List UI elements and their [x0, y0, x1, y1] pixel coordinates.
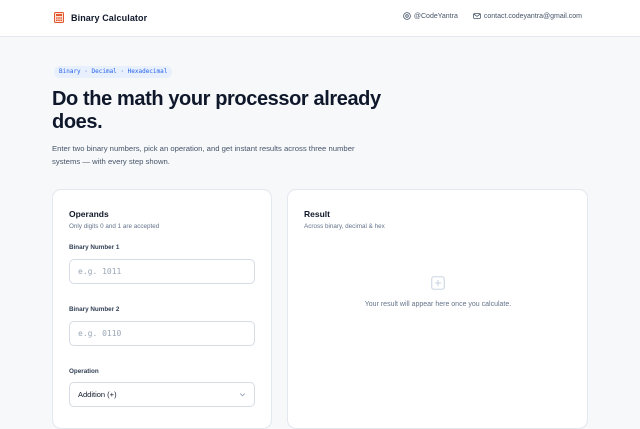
operation-label: Operation: [69, 368, 99, 375]
brand[interactable]: Binary Calculator: [54, 12, 147, 23]
operands-card: Operands Only digits 0 and 1 are accepte…: [52, 189, 272, 429]
binary-number-2-label: Binary Number 2: [69, 306, 120, 313]
binary-number-1-label: Binary Number 1: [69, 244, 120, 251]
mail-icon: [473, 13, 481, 19]
operands-hint: Only digits 0 and 1 are accepted: [69, 223, 160, 230]
operation-selected-value: Addition (+): [78, 390, 117, 399]
calculator-grid-icon: [54, 12, 64, 23]
social-handle-label: @CodeYantra: [413, 12, 458, 20]
result-card: Result Across binary, decimal & hex Your…: [287, 189, 588, 429]
operands-title: Operands: [69, 209, 109, 219]
result-hint: Across binary, decimal & hex: [304, 223, 385, 230]
chevron-down-icon: [239, 393, 246, 397]
contact-email-link[interactable]: contact.codeyantra@gmail.com: [473, 12, 582, 20]
at-sign-icon: [403, 12, 411, 20]
social-handle-link[interactable]: @CodeYantra: [403, 12, 458, 20]
plus-square-icon: [431, 276, 445, 290]
binary-number-2-input[interactable]: [69, 321, 255, 346]
header-links: @CodeYantra contact.codeyantra@gmail.com: [403, 12, 582, 20]
result-title: Result: [304, 209, 330, 219]
result-empty-message: Your result will appear here once you ca…: [364, 301, 512, 308]
contact-email-label: contact.codeyantra@gmail.com: [483, 12, 582, 20]
app-title: Binary Calculator: [71, 12, 148, 23]
hero-description: Enter two binary numbers, pick an operat…: [52, 144, 355, 166]
number-systems-pill: Binary · Decimal · Hexadecimal: [54, 66, 173, 78]
binary-number-1-input[interactable]: [69, 259, 255, 284]
top-navigation-bar: Binary Calculator @CodeYantra contact.co…: [0, 0, 640, 37]
operation-select[interactable]: Addition (+): [69, 382, 255, 407]
hero-heading: Do the math your processor already does.: [52, 88, 381, 133]
